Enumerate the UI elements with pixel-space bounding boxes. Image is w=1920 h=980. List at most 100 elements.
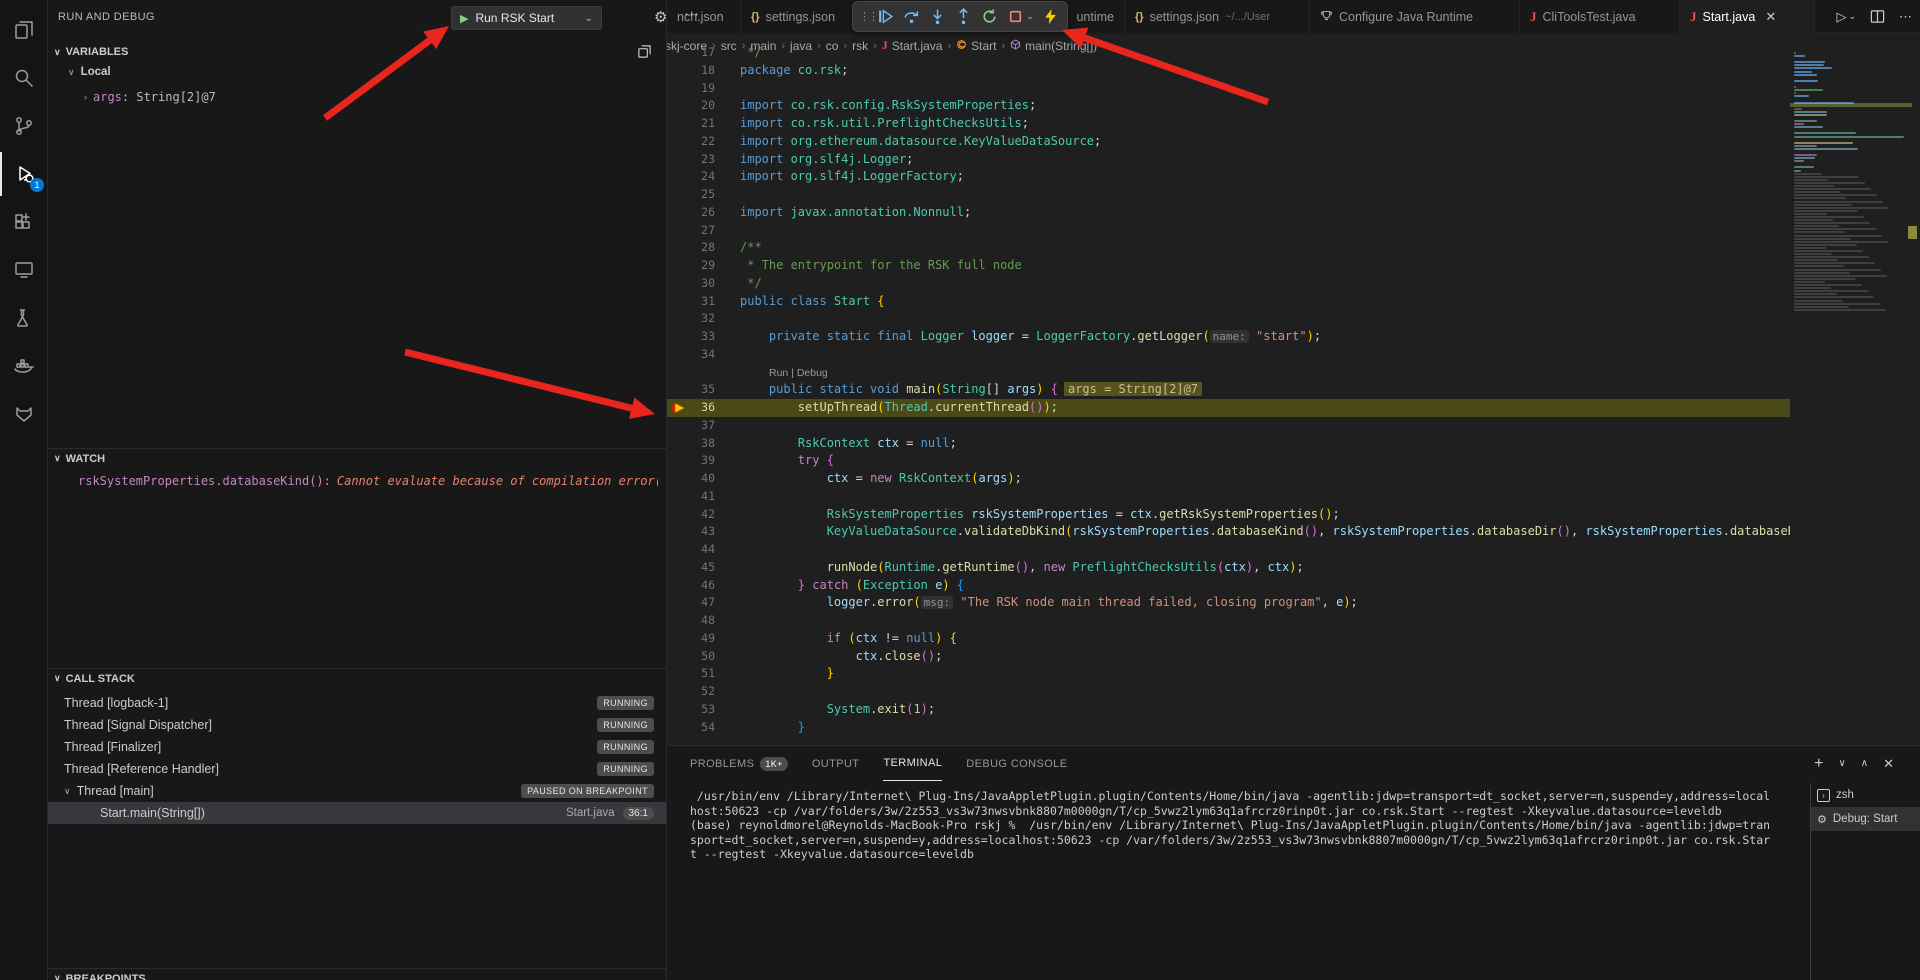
continue-icon[interactable] [875,5,897,29]
remote-explorer-activity-item[interactable] [0,248,48,292]
stop-icon[interactable] [1004,5,1026,29]
breakpoint-gutter[interactable] [667,470,689,488]
collapse-all-icon[interactable] [637,44,652,62]
toolbar-grip-icon[interactable]: ⋮⋮ [859,10,871,23]
tab-start-java[interactable]: JStart.java✕ [1680,0,1815,33]
variable-args-row[interactable]: › args : String[2]@7 [84,90,216,104]
tab-settings-json[interactable]: {}settings.json~/.../User [1125,0,1310,33]
breakpoint-gutter[interactable] [667,97,689,115]
breakpoint-gutter[interactable] [667,381,689,399]
step-out-icon[interactable] [953,5,975,29]
step-into-icon[interactable] [927,5,949,29]
start-debug-icon[interactable]: ▶ [460,12,468,25]
breakpoint-gutter[interactable] [667,364,689,382]
more-actions-icon[interactable]: ⋯ [684,5,699,23]
watch-expression-row[interactable]: rskSystemProperties.databaseKind(): Cann… [78,474,658,488]
breakpoint-gutter[interactable] [667,204,689,222]
tab-nch-json[interactable]: nch.json [667,0,741,33]
breakpoint-gutter[interactable] [667,683,689,701]
gear-icon[interactable]: ⚙ [654,8,667,26]
breakpoint-gutter[interactable] [667,293,689,311]
thread-row[interactable]: Thread [logback-1]RUNNING [48,692,666,714]
breakpoint-gutter[interactable] [667,399,689,417]
breakpoint-gutter[interactable] [667,506,689,524]
restart-icon[interactable] [978,5,1000,29]
panel-tab-problems[interactable]: PROBLEMS1K+ [690,746,788,781]
breakpoint-gutter[interactable] [667,151,689,169]
split-editor-icon[interactable] [1870,9,1885,24]
breakpoint-gutter[interactable] [667,239,689,257]
breakpoint-gutter[interactable] [667,115,689,133]
variables-section-header[interactable]: ∨ VARIABLES [48,42,666,62]
breakpoint-gutter[interactable] [667,310,689,328]
files-activity-item[interactable] [0,8,48,52]
breakpoint-gutter[interactable] [667,665,689,683]
code-editor[interactable]: 17 */18package co.rsk;1920import co.rsk.… [667,44,1790,737]
search-activity-item[interactable] [0,56,48,100]
minimap-line [1794,80,1818,82]
more-actions-icon[interactable]: ⋯ [1899,9,1912,25]
chevron-down-icon[interactable]: ⌄ [585,13,593,24]
breakpoint-gutter[interactable] [667,612,689,630]
hot-code-replace-icon[interactable] [1039,5,1061,29]
breakpoint-gutter[interactable] [667,275,689,293]
breakpoint-gutter[interactable] [667,559,689,577]
breakpoint-gutter[interactable] [667,168,689,186]
breakpoint-gutter[interactable] [667,594,689,612]
breakpoint-gutter[interactable] [667,523,689,541]
variables-scope-local[interactable]: ∨ Local [68,66,111,78]
thread-row[interactable]: ∨Thread [main]PAUSED ON BREAKPOINT [48,780,666,802]
tab-clitoolstest-java[interactable]: JCliToolsTest.java [1520,0,1680,33]
breakpoint-gutter[interactable] [667,577,689,595]
terminal-instance-debug-start[interactable]: ⚙Debug: Start [1811,807,1920,831]
test-beaker-activity-item[interactable] [0,296,48,340]
breakpoint-gutter[interactable] [667,541,689,559]
breakpoint-gutter[interactable] [667,44,689,62]
breakpoint-gutter[interactable] [667,719,689,737]
thread-row[interactable]: Thread [Signal Dispatcher]RUNNING [48,714,666,736]
watch-section-header[interactable]: ∨ WATCH [48,448,666,468]
minimap[interactable] [1790,52,1912,745]
call-stack-section-header[interactable]: ∨ CALL STACK [48,668,666,688]
stop-dropdown-chevron-icon[interactable]: ⌄ [1026,11,1035,22]
panel-tab-output[interactable]: OUTPUT [812,746,860,781]
breakpoint-gutter[interactable] [667,452,689,470]
fox-extension-activity-item[interactable] [0,392,48,436]
breakpoint-gutter[interactable] [667,328,689,346]
breakpoint-gutter[interactable] [667,186,689,204]
thread-row[interactable]: Thread [Finalizer]RUNNING [48,736,666,758]
tab-configure-java-runtime[interactable]: Configure Java Runtime [1310,0,1520,33]
breakpoint-gutter[interactable] [667,417,689,435]
panel-tab-terminal[interactable]: TERMINAL [883,746,942,781]
run-java-icon[interactable]: ▷⌄ [1836,9,1856,25]
breakpoint-gutter[interactable] [667,222,689,240]
breakpoint-gutter[interactable] [667,630,689,648]
docker-activity-item[interactable] [0,344,48,388]
close-icon[interactable]: ✕ [1765,9,1776,25]
launch-config-dropdown[interactable]: ▶ Run RSK Start ⌄ [451,6,602,30]
breakpoint-gutter[interactable] [667,488,689,506]
terminal-output[interactable]: /usr/bin/env /Library/Internet\ Plug-Ins… [690,789,1810,862]
panel-tab-debug-console[interactable]: DEBUG CONSOLE [966,746,1067,781]
close-panel-icon[interactable]: ✕ [1883,756,1894,772]
breakpoint-gutter[interactable] [667,648,689,666]
new-terminal-icon[interactable]: + [1814,755,1823,773]
step-over-icon[interactable] [901,5,923,29]
codelens-run-debug[interactable]: Run | Debug [769,367,828,379]
breakpoint-gutter[interactable] [667,62,689,80]
stack-frame-row[interactable]: Start.main(String[])Start.java36:1 [48,802,666,824]
breakpoint-gutter[interactable] [667,80,689,98]
extensions-activity-item[interactable] [0,200,48,244]
thread-row[interactable]: Thread [Reference Handler]RUNNING [48,758,666,780]
terminal-instance-zsh[interactable]: ›zsh [1811,783,1920,807]
maximize-panel-icon[interactable]: ∧ [1861,758,1868,769]
breakpoint-gutter[interactable] [667,701,689,719]
chevron-down-icon[interactable]: ∨ [1838,758,1845,769]
run-debug-activity-item[interactable]: 1 [0,152,48,196]
breakpoint-gutter[interactable] [667,346,689,364]
breakpoint-gutter[interactable] [667,257,689,275]
source-control-activity-item[interactable] [0,104,48,148]
breakpoints-section-header[interactable]: ∨ BREAKPOINTS [48,968,666,980]
breakpoint-gutter[interactable] [667,133,689,151]
breakpoint-gutter[interactable] [667,435,689,453]
